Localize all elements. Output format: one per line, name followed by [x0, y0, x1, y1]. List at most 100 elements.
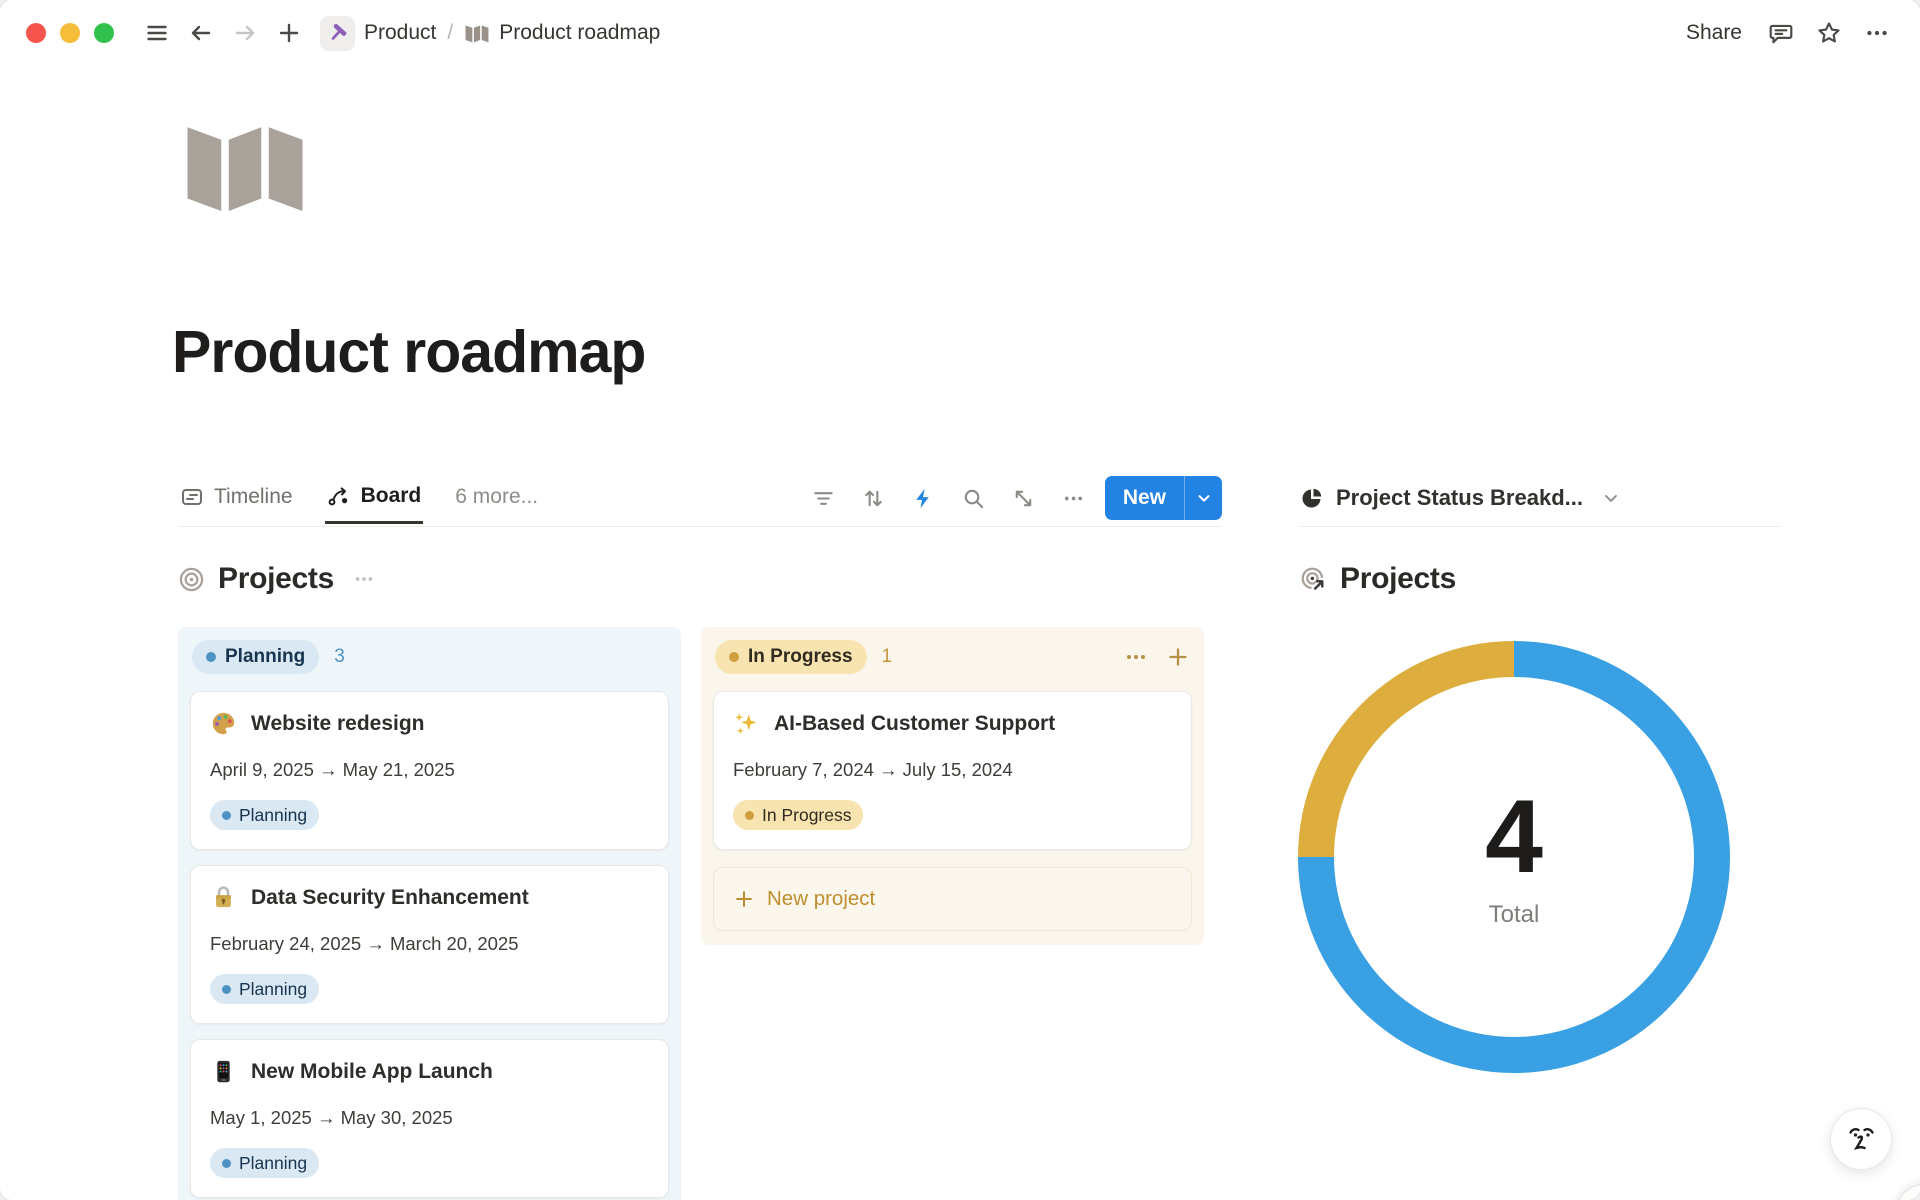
new-split-button: New: [1105, 476, 1222, 520]
search-button[interactable]: [962, 487, 985, 510]
status-label: Planning: [225, 646, 305, 668]
card-dates: April 9, 2025 → May 21, 2025: [210, 759, 649, 781]
project-card[interactable]: New Mobile App Launch May 1, 2025 → May …: [190, 1039, 669, 1198]
new-button[interactable]: New: [1105, 476, 1184, 520]
page-more-button[interactable]: [1860, 16, 1894, 50]
tab-label: Board: [361, 484, 422, 508]
column-header: Planning 3: [190, 638, 669, 676]
notion-ai-button[interactable]: [1830, 1108, 1892, 1170]
card-dates: February 7, 2024 → July 15, 2024: [733, 759, 1172, 781]
card-dates: May 1, 2025 → May 30, 2025: [210, 1107, 649, 1129]
chart-section-title[interactable]: Projects: [1340, 562, 1456, 596]
column-add-button[interactable]: [1166, 645, 1190, 669]
tab-more-views[interactable]: 6 more...: [453, 470, 540, 524]
back-arrow-icon: [189, 21, 213, 45]
top-bar: Product / Product roadmap Share: [0, 0, 1920, 66]
palette-emoji: [210, 710, 237, 737]
minimize-window-button[interactable]: [60, 23, 80, 43]
sort-icon: [862, 487, 885, 510]
section-more-button[interactable]: [353, 568, 375, 590]
more-icon: [1062, 487, 1085, 510]
forward-button[interactable]: [228, 16, 262, 50]
close-window-button[interactable]: [26, 23, 46, 43]
comment-icon: [1768, 20, 1794, 46]
status-dot: [206, 652, 216, 662]
lock-emoji: [210, 884, 237, 911]
new-project-label: New project: [767, 887, 875, 911]
sidebar-toggle-button[interactable]: [140, 16, 174, 50]
hammer-icon: [327, 22, 349, 44]
corner-floating-button[interactable]: [1896, 1184, 1920, 1200]
target-link-icon: [1300, 566, 1327, 593]
breadcrumb: Product / Product roadmap: [320, 16, 660, 51]
project-card[interactable]: Website redesign April 9, 2025 → May 21,…: [190, 691, 669, 850]
hamburger-icon: [145, 21, 169, 45]
mobile-phone-emoji: [210, 1058, 237, 1085]
card-status-tag: Planning: [210, 800, 319, 830]
timeline-icon: [180, 485, 204, 509]
expand-icon: [1012, 487, 1035, 510]
back-button[interactable]: [184, 16, 218, 50]
page-icon-map[interactable]: [182, 116, 308, 211]
card-title: AI-Based Customer Support: [774, 712, 1055, 736]
page-title[interactable]: Product roadmap: [172, 318, 645, 386]
donut-total-label: Total: [1489, 901, 1540, 929]
view-toolbar: [812, 487, 1085, 510]
new-button-dropdown[interactable]: [1184, 476, 1222, 520]
status-pill-in-progress[interactable]: In Progress: [715, 640, 867, 674]
filter-button[interactable]: [812, 487, 835, 510]
views-bar: Timeline Board 6 more...: [178, 470, 1222, 527]
more-icon: [353, 568, 375, 590]
view-more-button[interactable]: [1062, 487, 1085, 510]
card-dates: February 24, 2025 → March 20, 2025: [210, 933, 649, 955]
automation-bolt-icon: [912, 487, 935, 510]
card-status-tag: Planning: [210, 974, 319, 1004]
column-in-progress: In Progress 1 AI-Based Customer Support …: [701, 627, 1204, 945]
plus-icon: [277, 21, 301, 45]
breadcrumb-workspace[interactable]: Product: [364, 21, 436, 45]
tab-board[interactable]: Board: [325, 470, 424, 524]
share-button[interactable]: Share: [1678, 17, 1750, 49]
new-project-button[interactable]: New project: [713, 867, 1192, 931]
breadcrumb-page[interactable]: Product roadmap: [499, 21, 660, 45]
chart-section-header: Projects: [1300, 553, 1780, 605]
card-status-tag: Planning: [210, 1148, 319, 1178]
column-count: 1: [882, 646, 893, 668]
donut-ring: 4 Total: [1298, 641, 1730, 1073]
widget-title-group[interactable]: Project Status Breakd...: [1300, 485, 1621, 511]
expand-button[interactable]: [1012, 487, 1035, 510]
card-status-tag: In Progress: [733, 800, 863, 830]
filter-icon: [812, 487, 835, 510]
ai-face-icon: [1843, 1121, 1879, 1157]
tab-timeline[interactable]: Timeline: [178, 470, 295, 524]
board-section-title[interactable]: Projects: [218, 562, 334, 596]
new-tab-button[interactable]: [272, 16, 306, 50]
tab-label: Timeline: [214, 485, 293, 509]
card-title: New Mobile App Launch: [251, 1060, 493, 1084]
column-more-button[interactable]: [1124, 645, 1148, 669]
comments-button[interactable]: [1764, 16, 1798, 50]
widget-header: Project Status Breakd...: [1300, 470, 1780, 527]
favorite-button[interactable]: [1812, 16, 1846, 50]
project-card[interactable]: AI-Based Customer Support February 7, 20…: [713, 691, 1192, 850]
chevron-down-icon: [1195, 489, 1213, 507]
status-dot: [729, 652, 739, 662]
donut-total-value: 4: [1485, 785, 1543, 889]
chart-widget-pane: Project Status Breakd... Projects 4 Tota…: [1300, 470, 1780, 1073]
pie-chart-icon: [1300, 486, 1324, 510]
forward-arrow-icon: [233, 21, 257, 45]
board-section-header: Projects: [178, 553, 1222, 605]
automations-button[interactable]: [912, 487, 935, 510]
workspace-icon-chip[interactable]: [320, 16, 355, 51]
search-icon: [962, 487, 985, 510]
zoom-window-button[interactable]: [94, 23, 114, 43]
sort-button[interactable]: [862, 487, 885, 510]
board-pane: Timeline Board 6 more...: [178, 470, 1222, 1200]
project-card[interactable]: Data Security Enhancement February 24, 2…: [190, 865, 669, 1024]
board-columns: Planning 3 Website redesign April 9, 202…: [178, 627, 1222, 1200]
donut-chart: 4 Total: [1298, 641, 1730, 1073]
plus-icon: [733, 888, 755, 910]
status-pill-planning[interactable]: Planning: [192, 640, 319, 674]
chevron-down-icon[interactable]: [1601, 488, 1621, 508]
tab-label: 6 more...: [455, 485, 538, 509]
